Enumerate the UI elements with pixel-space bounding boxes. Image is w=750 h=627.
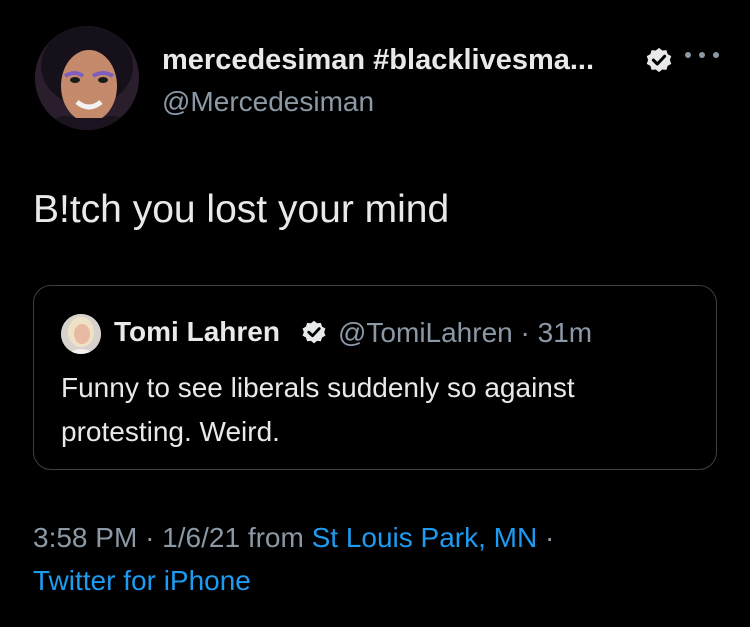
quoted-text: Funny to see liberals suddenly so agains… bbox=[61, 372, 575, 447]
separator-dot: · bbox=[520, 317, 530, 348]
separator-dot: · bbox=[145, 522, 155, 553]
separator-dot: · bbox=[545, 522, 555, 553]
tweet-date[interactable]: 1/6/21 bbox=[162, 522, 240, 553]
quoted-author-avatar[interactable] bbox=[61, 314, 101, 354]
verified-badge-icon bbox=[302, 320, 326, 344]
from-label: from bbox=[247, 522, 304, 553]
tweet-source-link[interactable]: Twitter for iPhone bbox=[33, 565, 251, 597]
more-horizontal-icon[interactable] bbox=[685, 42, 719, 68]
quoted-tweet[interactable]: Tomi Lahren @TomiLahren · 31m Funny to s… bbox=[33, 285, 717, 470]
quoted-age: 31m bbox=[537, 317, 593, 348]
verified-badge-icon bbox=[646, 47, 672, 73]
quoted-author-name[interactable]: Tomi Lahren bbox=[114, 316, 280, 348]
tweet-meta: 3:58 PM · 1/6/21 from St Louis Park, MN … bbox=[33, 522, 554, 554]
tweet-text: B!tch you lost your mind bbox=[33, 188, 450, 231]
author-avatar[interactable] bbox=[35, 26, 139, 130]
tweet-location-link[interactable]: St Louis Park, MN bbox=[312, 522, 538, 553]
quoted-meta: @TomiLahren · 31m bbox=[338, 317, 592, 349]
tweet-time[interactable]: 3:58 PM bbox=[33, 522, 137, 553]
author-name[interactable]: mercedesiman #blacklivesma... bbox=[162, 44, 594, 77]
author-handle[interactable]: @Mercedesiman bbox=[162, 86, 374, 118]
quoted-author-handle[interactable]: @TomiLahren bbox=[338, 317, 513, 348]
